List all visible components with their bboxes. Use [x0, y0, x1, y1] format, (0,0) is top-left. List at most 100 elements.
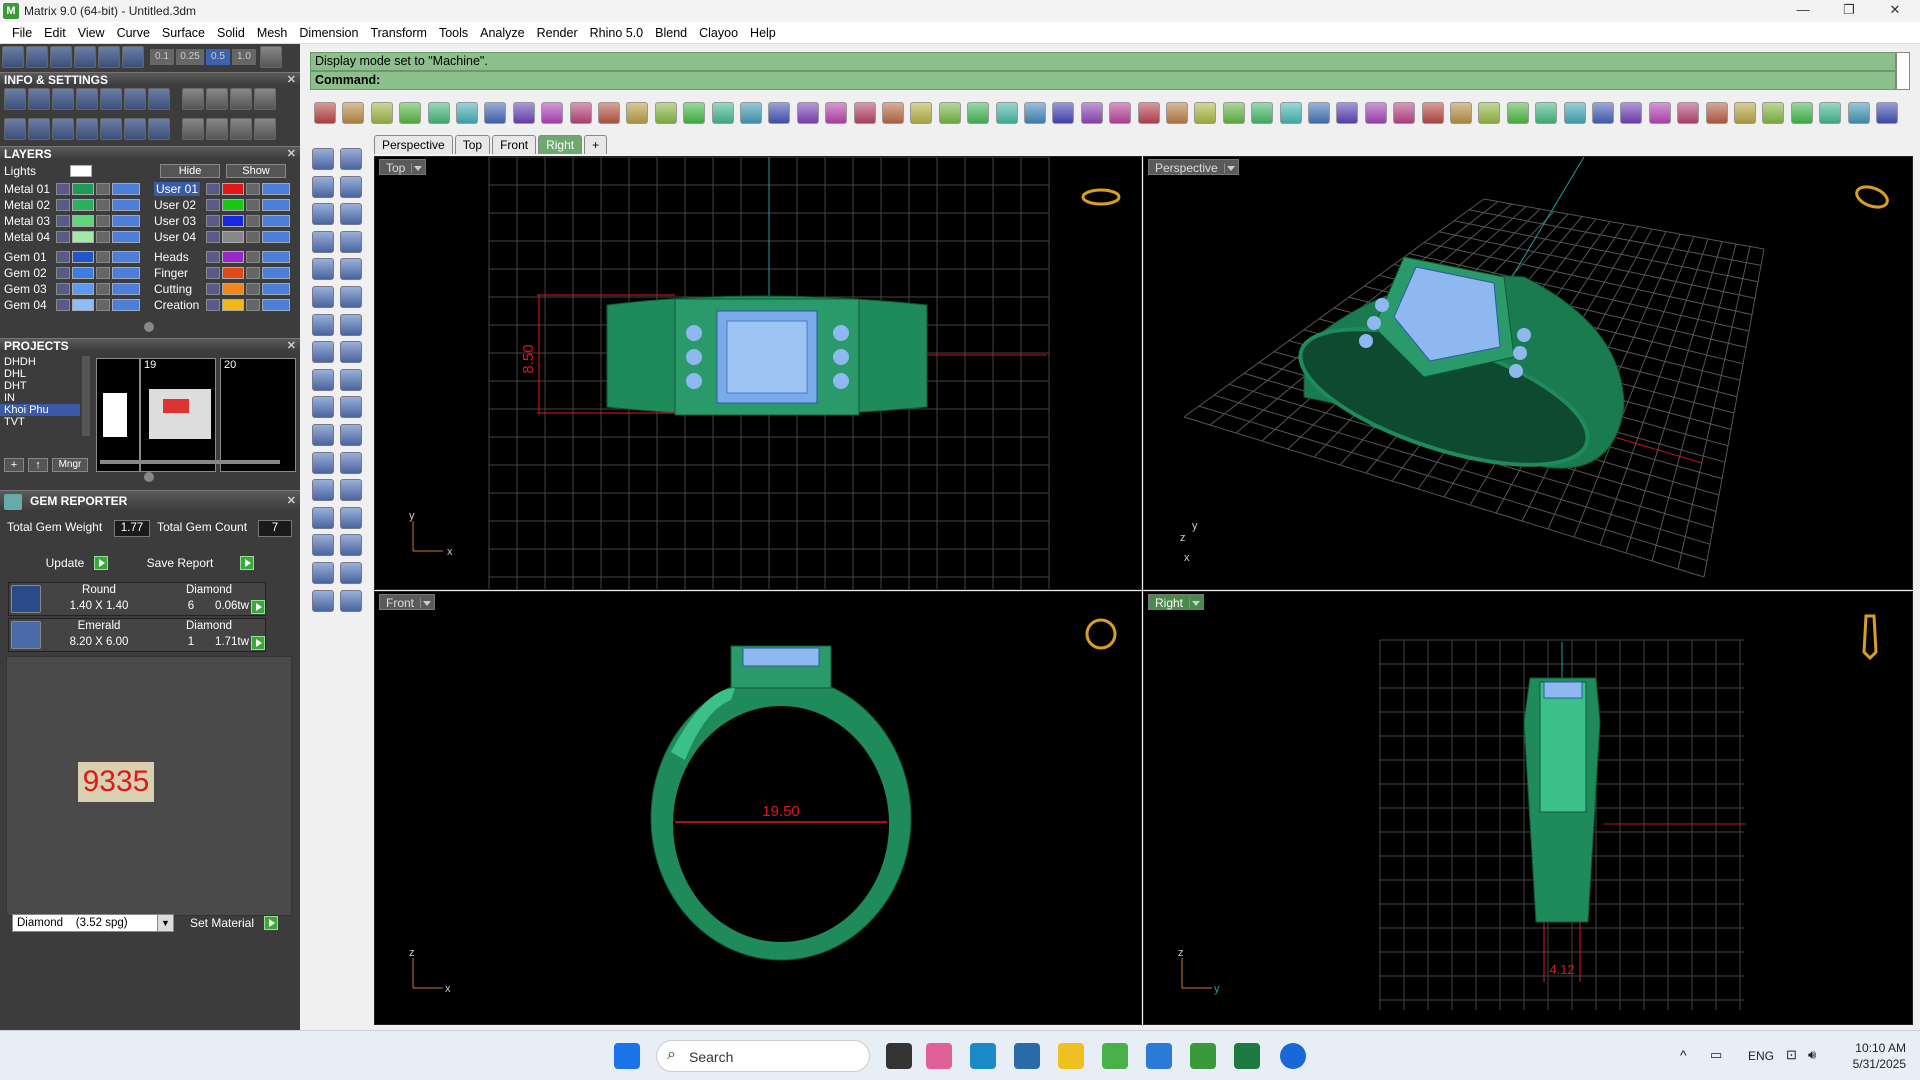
lock-icon[interactable] — [246, 267, 260, 279]
layer-row[interactable]: Finger — [154, 266, 302, 281]
cube-icon[interactable] — [1563, 102, 1586, 124]
right-viewport[interactable]: Right 4.12 y z — [1143, 591, 1913, 1025]
grid-icon[interactable] — [768, 102, 791, 124]
menu-tools[interactable]: Tools — [433, 22, 474, 44]
bezel-icon[interactable] — [1535, 102, 1558, 124]
paste-icon[interactable] — [512, 102, 535, 124]
layer-arrow-icon[interactable] — [56, 215, 70, 227]
lock-icon[interactable] — [246, 283, 260, 295]
menu-edit[interactable]: Edit — [38, 22, 72, 44]
view-cube-ring-icon[interactable] — [1854, 183, 1890, 211]
shade-icon[interactable] — [1052, 102, 1075, 124]
add-tab-button[interactable]: + — [584, 135, 608, 154]
lock-icon[interactable] — [96, 215, 110, 227]
solid-icon[interactable] — [1592, 102, 1614, 124]
excel-icon[interactable] — [1234, 1043, 1260, 1069]
loft-icon[interactable] — [1421, 102, 1444, 124]
paint-icon[interactable] — [1109, 102, 1132, 124]
minimize-view-icon[interactable] — [28, 118, 50, 140]
maximize-button[interactable]: ❐ — [1826, 0, 1872, 22]
tab-right[interactable]: Right — [538, 135, 583, 154]
lock-icon[interactable] — [96, 183, 110, 195]
task-view-icon[interactable] — [886, 1043, 912, 1069]
snap-icon[interactable] — [74, 46, 96, 68]
polygon-icon[interactable] — [312, 230, 334, 253]
lock-icon[interactable] — [96, 267, 110, 279]
clock-date[interactable]: 5/31/2025 — [1846, 1057, 1906, 1071]
lock-icon[interactable] — [96, 231, 110, 243]
project-item[interactable]: DHL — [0, 368, 80, 380]
scale-value-3[interactable]: 0.5 — [206, 49, 230, 65]
pan-icon[interactable] — [569, 102, 592, 124]
app-icon[interactable] — [1102, 1043, 1128, 1069]
project-item[interactable]: DHT — [0, 380, 80, 392]
layer-arrow-icon[interactable] — [56, 299, 70, 311]
light-icon[interactable] — [910, 102, 933, 124]
perspective-viewport[interactable]: Perspective x y z — [1143, 156, 1913, 590]
project-list-scrollbar[interactable] — [82, 356, 90, 436]
calculator-icon[interactable] — [1014, 1043, 1040, 1069]
layer-color-swatch[interactable] — [72, 183, 94, 195]
cube-icon[interactable] — [52, 118, 74, 140]
mesh-icon[interactable] — [1251, 102, 1274, 124]
check-icon[interactable] — [340, 562, 362, 584]
layer-row[interactable]: User 04 — [154, 230, 302, 245]
lock-icon[interactable] — [246, 251, 260, 263]
language-indicator[interactable]: ENG — [1748, 1049, 1774, 1063]
gem-row-play-icon[interactable] — [251, 600, 265, 614]
display-icon[interactable] — [26, 46, 48, 68]
close-button[interactable]: ✕ — [1872, 0, 1918, 22]
scale-icon[interactable] — [340, 396, 362, 419]
search-box[interactable]: ⌕ Search — [656, 1040, 870, 1072]
visibility-toggle[interactable] — [112, 215, 140, 227]
close-icon[interactable]: ✕ — [287, 339, 296, 353]
chevron-down-icon[interactable]: ▼ — [157, 915, 173, 931]
boolean-icon[interactable] — [312, 451, 334, 474]
measure-icon[interactable] — [796, 102, 819, 124]
lock-icon[interactable] — [96, 299, 110, 311]
layer-row[interactable]: Metal 03 — [4, 214, 152, 229]
menu-dimension[interactable]: Dimension — [293, 22, 364, 44]
lock-icon[interactable] — [96, 251, 110, 263]
color-wheel-icon[interactable] — [995, 102, 1018, 124]
close-icon[interactable]: ✕ — [287, 491, 296, 511]
projects-collapse-icon[interactable] — [144, 472, 154, 482]
layer-row[interactable]: Creation — [154, 298, 302, 313]
menu-mesh[interactable]: Mesh — [251, 22, 294, 44]
layer-color-swatch[interactable] — [222, 183, 244, 195]
grid-view-icon[interactable] — [4, 118, 26, 140]
save-report-button[interactable]: Save Report — [130, 554, 230, 572]
project-item[interactable]: IN — [0, 392, 80, 404]
layer-arrow-icon[interactable] — [206, 251, 220, 263]
align-icon[interactable] — [1762, 102, 1785, 124]
project-thumbnail-19[interactable]: 19 — [140, 358, 216, 472]
layer-arrow-icon[interactable] — [56, 267, 70, 279]
visibility-toggle[interactable] — [262, 267, 290, 279]
box-icon[interactable] — [312, 313, 334, 336]
help-icon[interactable] — [1194, 102, 1217, 124]
point-icon[interactable] — [340, 148, 362, 170]
update-play-icon[interactable] — [94, 556, 108, 570]
set-material-play-icon[interactable] — [264, 916, 278, 930]
visibility-toggle[interactable] — [112, 283, 140, 295]
project-thumbnail[interactable] — [96, 358, 140, 472]
lock-icon[interactable] — [246, 231, 260, 243]
layer-color-swatch[interactable] — [222, 251, 244, 263]
rectangle-icon[interactable] — [340, 230, 362, 253]
layer-color-swatch[interactable] — [222, 199, 244, 211]
layers-collapse-icon[interactable] — [144, 322, 154, 332]
layer-arrow-icon[interactable] — [56, 231, 70, 243]
copy-doc-icon[interactable] — [484, 102, 507, 124]
edit-icon[interactable] — [124, 88, 146, 110]
layer-arrow-icon[interactable] — [56, 183, 70, 195]
ellipse-icon[interactable] — [340, 203, 362, 226]
menu-help[interactable]: Help — [744, 22, 782, 44]
menu-file[interactable]: File — [6, 22, 38, 44]
menu-render[interactable]: Render — [531, 22, 584, 44]
light-icon[interactable] — [230, 118, 252, 140]
top-viewport[interactable]: Top 8.50 x y — [374, 156, 1142, 590]
zoom-selected-icon[interactable] — [711, 102, 734, 124]
environment-icon[interactable] — [254, 118, 276, 140]
gem-row-play-icon[interactable] — [251, 636, 265, 650]
render-icon[interactable] — [182, 88, 204, 110]
